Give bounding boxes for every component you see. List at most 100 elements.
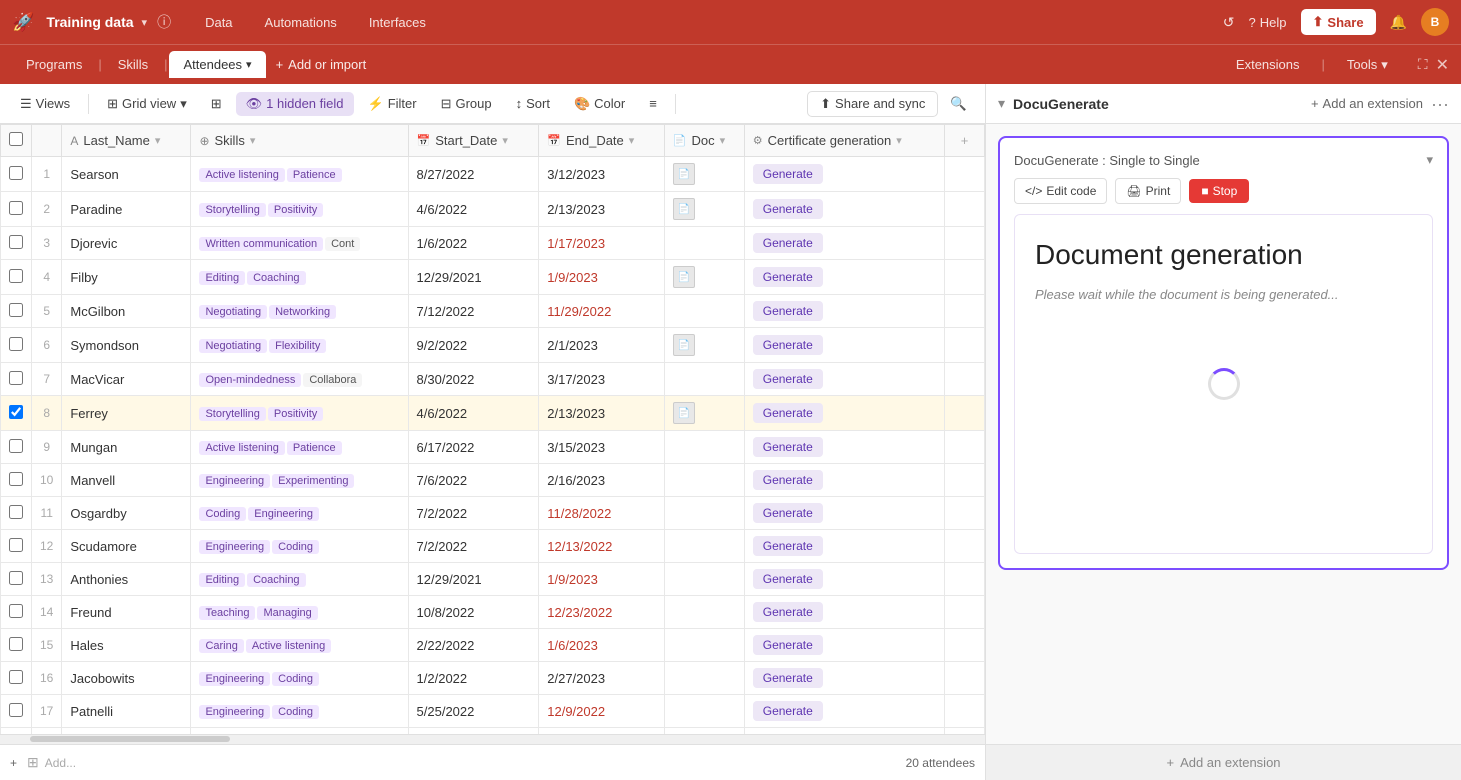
cell-skills[interactable]: EditingCoaching	[191, 563, 408, 596]
cell-skills[interactable]: EngineeringExperimenting	[191, 464, 408, 497]
cell-last-name[interactable]: McGilbon	[62, 295, 191, 328]
cell-start-date[interactable]: 6/17/2022	[408, 431, 539, 464]
cell-end-date[interactable]: 3/17/2023	[539, 363, 665, 396]
cell-certificate-generation[interactable]: Generate	[744, 464, 944, 497]
row-checkbox[interactable]	[9, 405, 23, 419]
cell-skills[interactable]: CaringActive listening	[191, 629, 408, 662]
cell-end-date[interactable]: 11/29/2022	[539, 295, 665, 328]
row-checkbox[interactable]	[9, 201, 23, 215]
cell-skills[interactable]: CodingEngineering	[191, 497, 408, 530]
generate-button[interactable]: Generate	[753, 536, 823, 556]
cell-last-name[interactable]: Filby	[62, 260, 191, 295]
cell-certificate-generation[interactable]: Generate	[744, 192, 944, 227]
cell-doc[interactable]: 📄	[664, 396, 744, 431]
cell-end-date[interactable]: 1/9/2023	[539, 260, 665, 295]
header-doc[interactable]: 📄 Doc ▾	[664, 125, 744, 157]
cell-skills[interactable]: EngineeringCoding	[191, 530, 408, 563]
generate-button[interactable]: Generate	[753, 233, 823, 253]
cell-end-date[interactable]: 12/13/2022	[539, 530, 665, 563]
select-all-checkbox[interactable]	[9, 132, 23, 146]
cell-start-date[interactable]: 1/2/2022	[408, 662, 539, 695]
history-icon[interactable]: ↺	[1223, 14, 1235, 31]
cell-skills[interactable]: StorytellingPositivity	[191, 396, 408, 431]
share-button[interactable]: ⬆ Share	[1301, 9, 1376, 35]
row-checkbox[interactable]	[9, 571, 23, 585]
cell-doc[interactable]	[664, 596, 744, 629]
cell-start-date[interactable]: 7/2/2022	[408, 530, 539, 563]
cell-doc[interactable]	[664, 629, 744, 662]
fields-icon-button[interactable]: ⊞	[201, 92, 232, 116]
cell-last-name[interactable]: Djorevic	[62, 227, 191, 260]
cell-end-date[interactable]: 2/1/2023	[539, 328, 665, 363]
attendees-dropdown-icon[interactable]: ▾	[246, 58, 252, 71]
ext-type-dropdown-icon[interactable]: ▾	[1426, 152, 1433, 168]
cell-end-date[interactable]: 2/27/2023	[539, 662, 665, 695]
hidden-fields-button[interactable]: 👁 1 hidden field	[236, 92, 354, 116]
cell-certificate-generation[interactable]: Generate	[744, 530, 944, 563]
cell-skills[interactable]: NegotiatingNetworking	[191, 295, 408, 328]
row-checkbox-cell[interactable]	[1, 563, 32, 596]
cell-certificate-generation[interactable]: Generate	[744, 396, 944, 431]
generate-button[interactable]: Generate	[753, 701, 823, 721]
cell-skills[interactable]: Written communicationCont	[191, 227, 408, 260]
header-end-date[interactable]: 📅 End_Date ▾	[539, 125, 665, 157]
row-checkbox-cell[interactable]	[1, 596, 32, 629]
cell-end-date[interactable]: 1/6/2023	[539, 629, 665, 662]
cell-end-date[interactable]: 11/28/2022	[539, 497, 665, 530]
cell-last-name[interactable]: MacVicar	[62, 363, 191, 396]
row-checkbox-cell[interactable]	[1, 396, 32, 431]
cell-doc[interactable]	[664, 530, 744, 563]
cell-last-name[interactable]: Scudamore	[62, 530, 191, 563]
cell-start-date[interactable]: 12/29/2021	[408, 563, 539, 596]
share-sync-button[interactable]: ⬆ Share and sync	[807, 91, 938, 117]
cell-last-name[interactable]: Mungan	[62, 431, 191, 464]
close-icon[interactable]: ✕	[1436, 55, 1449, 75]
cell-start-date[interactable]: 1/6/2022	[408, 227, 539, 260]
cell-skills[interactable]: NegotiatingFlexibility	[191, 328, 408, 363]
avatar[interactable]: B	[1421, 8, 1449, 36]
nav-tab-data[interactable]: Data	[191, 10, 246, 35]
views-button[interactable]: ☰ Views	[10, 92, 80, 116]
cell-end-date[interactable]: 3/15/2023	[539, 431, 665, 464]
cell-certificate-generation[interactable]: Generate	[744, 227, 944, 260]
cell-end-date[interactable]: 12/9/2022	[539, 695, 665, 728]
cell-end-date[interactable]: 2/16/2023	[539, 464, 665, 497]
generate-button[interactable]: Generate	[753, 668, 823, 688]
row-checkbox-cell[interactable]	[1, 328, 32, 363]
cell-skills[interactable]: StorytellingPositivity	[191, 192, 408, 227]
cell-start-date[interactable]: 2/22/2022	[408, 629, 539, 662]
generate-button[interactable]: Generate	[753, 503, 823, 523]
row-checkbox[interactable]	[9, 703, 23, 717]
cell-skills[interactable]: EngineeringCoding	[191, 695, 408, 728]
row-checkbox-cell[interactable]	[1, 157, 32, 192]
expand-icon[interactable]: ⛶	[1418, 56, 1428, 73]
row-checkbox[interactable]	[9, 439, 23, 453]
add-import-button[interactable]: + Add or import	[266, 52, 377, 77]
generate-button[interactable]: Generate	[753, 403, 823, 423]
generate-button[interactable]: Generate	[753, 199, 823, 219]
cell-start-date[interactable]: 7/2/2022	[408, 497, 539, 530]
cell-doc[interactable]	[664, 563, 744, 596]
generate-button[interactable]: Generate	[753, 470, 823, 490]
tools-button[interactable]: Tools ▾	[1333, 51, 1402, 79]
cell-doc[interactable]: 📄	[664, 328, 744, 363]
generate-button[interactable]: Generate	[753, 335, 823, 355]
header-start-date[interactable]: 📅 Start_Date ▾	[408, 125, 539, 157]
cell-skills[interactable]: EditingCoaching	[191, 260, 408, 295]
header-checkbox-cell[interactable]	[1, 125, 32, 157]
cell-start-date[interactable]: 7/12/2022	[408, 295, 539, 328]
generate-button[interactable]: Generate	[753, 369, 823, 389]
horizontal-scrollbar[interactable]	[0, 734, 985, 744]
cell-doc[interactable]	[664, 497, 744, 530]
row-checkbox[interactable]	[9, 472, 23, 486]
cell-start-date[interactable]: 5/25/2022	[408, 695, 539, 728]
add-fields-area[interactable]: ⊞ Add...	[27, 754, 76, 771]
help-button[interactable]: ? Help	[1249, 15, 1287, 30]
grid-view-button[interactable]: ⊞ Grid view ▾	[97, 92, 197, 116]
cell-start-date[interactable]: 8/30/2022	[408, 363, 539, 396]
cell-last-name[interactable]: Ferrey	[62, 396, 191, 431]
cell-start-date[interactable]: 7/6/2022	[408, 464, 539, 497]
row-checkbox[interactable]	[9, 337, 23, 351]
color-button[interactable]: 🎨 Color	[564, 92, 635, 116]
cell-doc[interactable]: 📄	[664, 260, 744, 295]
